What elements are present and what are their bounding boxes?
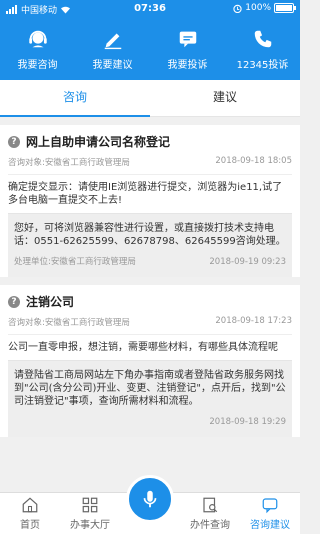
battery-icon (274, 3, 296, 13)
reply-box: 请登陆省工商局网站左下角办事指南或者登陆省政务服务网找到"公司(含分公司)开业、… (8, 360, 292, 437)
post-title: 注销公司 (26, 295, 75, 309)
post-target: 咨询对象:安徽省工商行政管理局 (8, 318, 130, 328)
status-right: 100% (233, 3, 296, 13)
voice-assistant-button[interactable] (126, 475, 174, 523)
reply-text: 您好，可将浏览器兼容性进行设置，或直接拨打技术支持电话：0551-6262559… (14, 223, 286, 247)
post-title: 网上自助申请公司名称登记 (26, 135, 171, 149)
post-body: 确定提交显示：请使用IE浏览器进行提交，浏览器为ie11,试了多台电脑一直提交不… (8, 182, 283, 206)
reply-meta: 处理单位:安徽省工商行政管理局 2018-09-19 09:23 (14, 256, 286, 269)
headset-icon (28, 30, 47, 48)
pencil-note-icon (104, 33, 121, 50)
home-icon (22, 497, 38, 513)
nav-home-label: 首页 (20, 520, 40, 531)
reply-date: 2018-09-19 09:23 (209, 257, 286, 267)
post-title-row: ? 网上自助申请公司名称登记 (8, 125, 292, 154)
consult-button[interactable]: 我要咨询 (0, 18, 75, 80)
nav-hall[interactable]: 办事大厅 (60, 493, 120, 534)
post-date: 2018-09-18 18:05 (215, 156, 292, 166)
consult-label: 我要咨询 (17, 60, 58, 71)
bubble-icon (262, 498, 278, 514)
tab-suggest[interactable]: 建议 (150, 80, 300, 116)
tab-consult[interactable]: 咨询 (0, 80, 150, 117)
post-target: 咨询对象:安徽省工商行政管理局 (8, 158, 130, 168)
reply-unit: 处理单位:安徽省工商行政管理局 (14, 257, 136, 267)
phone-icon (254, 30, 271, 48)
microphone-icon (143, 490, 157, 508)
nav-query-label: 办件查询 (190, 520, 230, 531)
chat-bubble-icon (179, 31, 196, 48)
question-icon: ? (8, 295, 20, 308)
suggest-label: 我要建议 (92, 60, 133, 71)
question-icon: ? (8, 135, 20, 148)
post-body: 公司一直零申报，想注销，需要哪些材料，有哪些具体流程呢 (8, 342, 278, 353)
complaint-label: 我要投诉 (167, 60, 208, 71)
grid-icon (82, 497, 98, 513)
alarm-icon (233, 4, 242, 13)
post-meta: 咨询对象:安徽省工商行政管理局 2018-09-18 17:23 (8, 314, 292, 335)
reply-meta: 2018-09-18 19:29 (14, 416, 286, 429)
hotline-button[interactable]: 12345投诉 (225, 18, 300, 80)
nav-advice[interactable]: 咨询建议 (240, 493, 300, 534)
post-date: 2018-09-18 17:23 (215, 316, 292, 326)
post-card[interactable]: ? 注销公司 咨询对象:安徽省工商行政管理局 2018-09-18 17:23 … (0, 285, 300, 437)
suggest-button[interactable]: 我要建议 (75, 18, 150, 80)
nav-query[interactable]: 办件查询 (180, 493, 240, 534)
reply-date: 2018-09-18 19:29 (209, 417, 286, 427)
header-nav: 我要咨询 我要建议 我要投诉 12345投诉 (0, 18, 300, 80)
battery-percent: 100% (245, 3, 271, 13)
tab-bar: 咨询 建议 (0, 80, 300, 117)
post-list: ? 网上自助申请公司名称登记 咨询对象:安徽省工商行政管理局 2018-09-1… (0, 117, 300, 492)
nav-hall-label: 办事大厅 (70, 520, 110, 531)
hotline-label: 12345投诉 (236, 60, 289, 71)
reply-text: 请登陆省工商局网站左下角办事指南或者登陆省政务服务网找到"公司(含分公司)开业、… (14, 370, 286, 407)
post-title-row: ? 注销公司 (8, 285, 292, 314)
document-search-icon (203, 497, 218, 513)
post-card[interactable]: ? 网上自助申请公司名称登记 咨询对象:安徽省工商行政管理局 2018-09-1… (0, 125, 300, 277)
nav-home[interactable]: 首页 (0, 493, 60, 534)
post-meta: 咨询对象:安徽省工商行政管理局 2018-09-18 18:05 (8, 154, 292, 175)
reply-box: 您好，可将浏览器兼容性进行设置，或直接拨打技术支持电话：0551-6262559… (8, 213, 292, 277)
status-bar: 中国移动 07:36 100% (0, 0, 300, 18)
nav-advice-label: 咨询建议 (250, 520, 290, 531)
complaint-button[interactable]: 我要投诉 (150, 18, 225, 80)
